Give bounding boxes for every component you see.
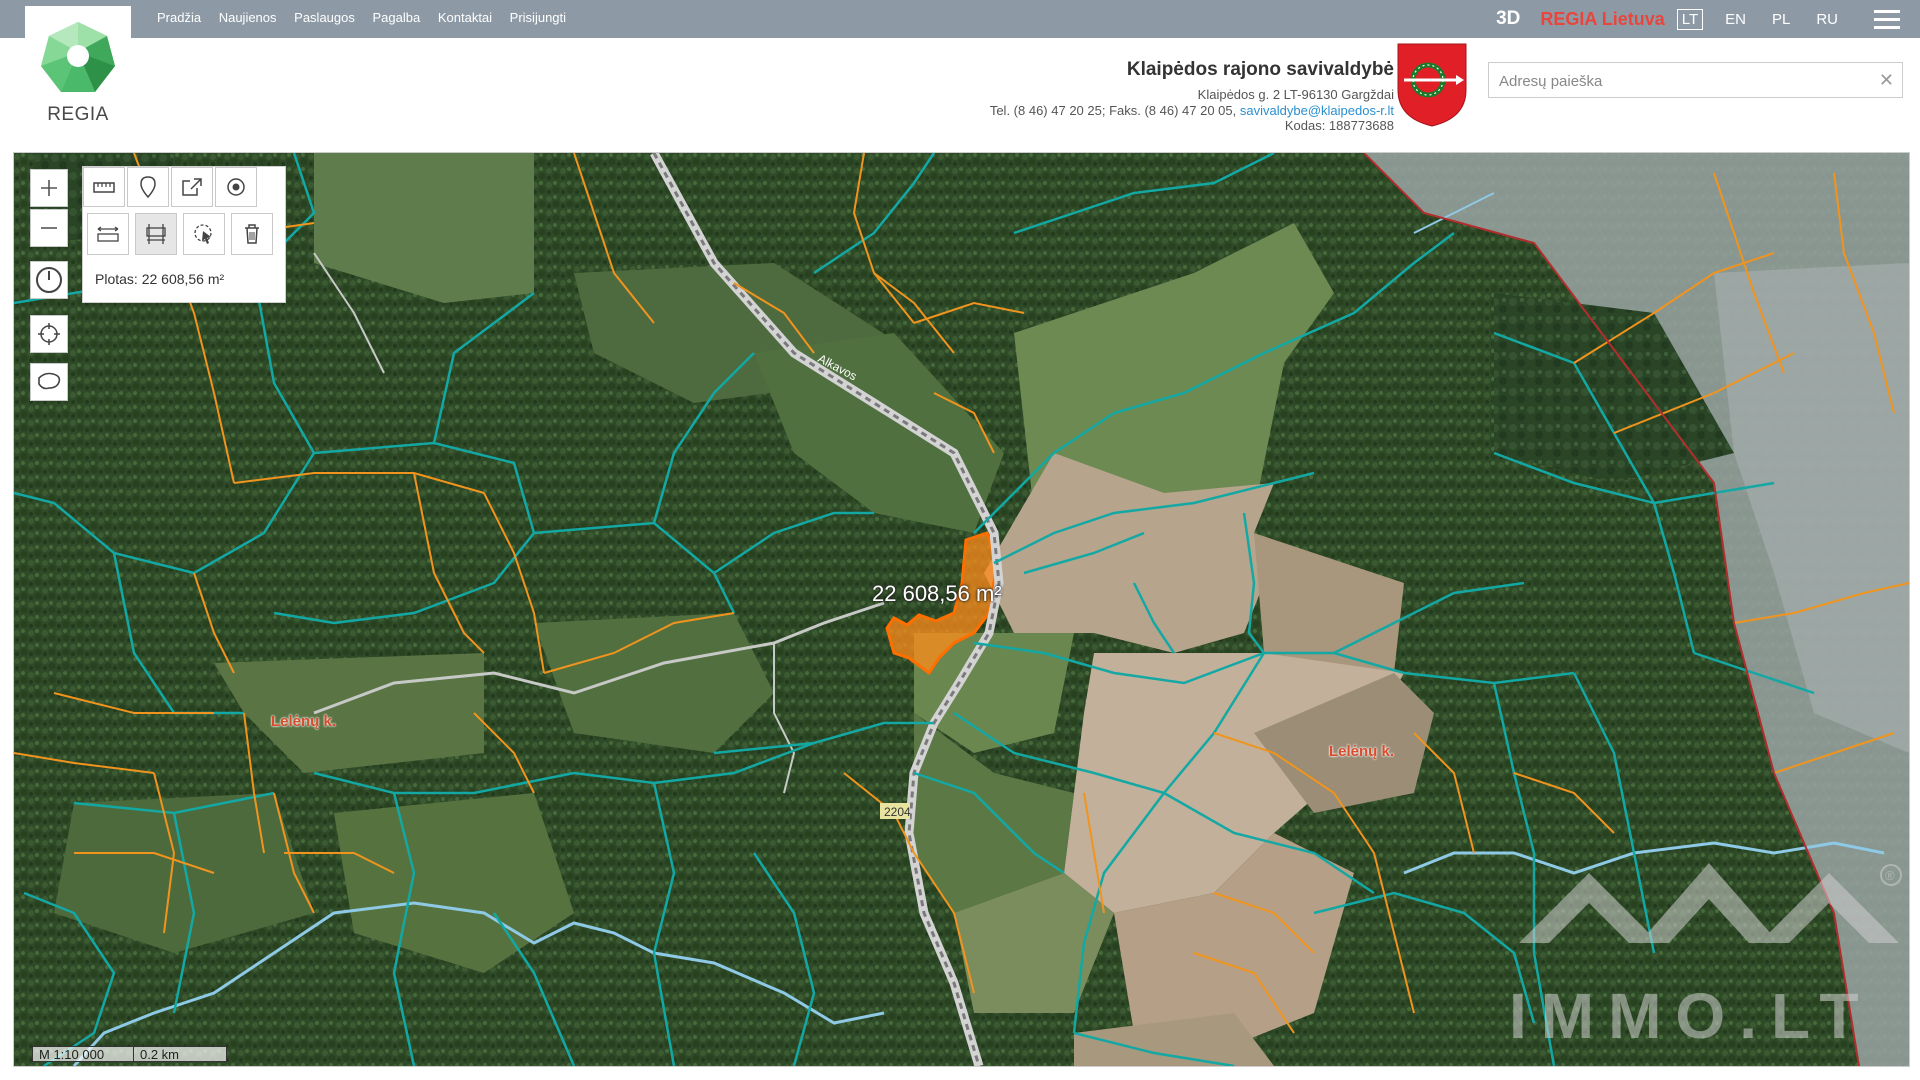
3d-view-button[interactable]: 3D bbox=[1496, 8, 1520, 30]
measure-distance-icon bbox=[97, 226, 119, 242]
nav-item-help[interactable]: Pagalba bbox=[373, 10, 421, 25]
regia-lietuva-link[interactable]: REGIA Lietuva bbox=[1540, 9, 1664, 30]
locate-button[interactable] bbox=[30, 315, 68, 353]
zoom-in-button[interactable] bbox=[30, 169, 68, 207]
scale-bar: M 1:10 000 0.2 km bbox=[32, 1046, 227, 1062]
hamburger-icon[interactable] bbox=[1874, 8, 1900, 30]
language-ru[interactable]: RU bbox=[1812, 10, 1842, 29]
road-number-label: 2204 bbox=[884, 805, 911, 819]
measure-tab-pin[interactable] bbox=[127, 167, 169, 207]
measured-area-label: 22 608,56 m² bbox=[872, 581, 1002, 606]
top-navigation-bar: Pradžia Naujienos Paslaugos Pagalba Kont… bbox=[0, 0, 1920, 38]
target-icon bbox=[227, 178, 245, 196]
plus-icon bbox=[41, 180, 57, 196]
watermark-text: IMMO.LT bbox=[1509, 980, 1872, 1052]
minus-icon bbox=[41, 227, 57, 229]
trash-icon bbox=[245, 224, 259, 244]
logo-text: REGIA bbox=[47, 104, 109, 125]
measurement-panel: Plotas: 22 608,56 m² bbox=[82, 166, 286, 303]
zoom-out-button[interactable] bbox=[30, 209, 68, 247]
export-icon bbox=[182, 178, 202, 196]
scale-ratio: M 1:10 000 bbox=[32, 1046, 133, 1062]
draw-area-button[interactable] bbox=[30, 363, 68, 401]
language-pl[interactable]: PL bbox=[1768, 10, 1794, 29]
history-button[interactable] bbox=[30, 261, 68, 299]
nav-item-contacts[interactable]: Kontaktai bbox=[438, 10, 492, 25]
measure-tab-export[interactable] bbox=[171, 167, 213, 207]
clear-measurement-button[interactable] bbox=[231, 213, 273, 255]
municipality-contacts: Tel. (8 46) 47 20 25; Faks. (8 46) 47 20… bbox=[990, 103, 1394, 118]
nav-item-home[interactable]: Pradžia bbox=[157, 10, 201, 25]
immo-watermark: ® IMMO.LT bbox=[1509, 863, 1902, 1052]
scale-distance: 0.2 km bbox=[133, 1046, 227, 1062]
cursor-select-icon bbox=[194, 224, 212, 244]
regia-logo-icon bbox=[41, 22, 115, 92]
municipality-address: Klaipėdos g. 2 LT-96130 Gargždai bbox=[1197, 87, 1394, 102]
svg-text:®: ® bbox=[1885, 868, 1895, 883]
pin-icon bbox=[140, 176, 156, 198]
measure-area-icon bbox=[146, 224, 166, 244]
place-label-lelenu-east: Lelėnų k. bbox=[1329, 743, 1395, 760]
language-en[interactable]: EN bbox=[1721, 10, 1750, 29]
language-lt[interactable]: LT bbox=[1676, 8, 1704, 30]
close-icon[interactable]: ✕ bbox=[1879, 70, 1894, 91]
lasso-icon bbox=[38, 372, 61, 390]
regia-logo[interactable]: REGIA bbox=[25, 6, 131, 144]
email-link[interactable]: savivaldybe@klaipedos-r.lt bbox=[1240, 103, 1394, 118]
address-search: ✕ bbox=[1488, 62, 1903, 99]
coat-of-arms-icon bbox=[1397, 43, 1467, 127]
nav-item-login[interactable]: Prisijungti bbox=[510, 10, 566, 25]
place-label-lelenu-west: Lelėnų k. bbox=[271, 713, 337, 730]
measure-distance-button[interactable] bbox=[87, 213, 129, 255]
municipality-title: Klaipėdos rajono savivaldybė bbox=[1126, 59, 1394, 80]
measure-area-button[interactable] bbox=[135, 213, 177, 255]
map-view[interactable]: Alkavos 2204 ® IMMO.LT 22 608,56 m² Lelė… bbox=[13, 152, 1910, 1067]
address-search-input[interactable] bbox=[1497, 63, 1871, 99]
crosshair-icon bbox=[38, 323, 60, 345]
area-result-text: Plotas: 22 608,56 m² bbox=[95, 271, 225, 287]
ruler-icon bbox=[93, 182, 115, 193]
municipality-code: Kodas: 188773688 bbox=[1284, 118, 1394, 133]
select-feature-button[interactable] bbox=[183, 213, 225, 255]
contact-phones: Tel. (8 46) 47 20 25; Faks. (8 46) 47 20… bbox=[989, 103, 1237, 118]
measure-tab-target[interactable] bbox=[215, 167, 257, 207]
measure-tab-ruler[interactable] bbox=[83, 167, 125, 207]
nav-item-news[interactable]: Naujienos bbox=[219, 10, 277, 25]
main-menu: Pradžia Naujienos Paslaugos Pagalba Kont… bbox=[157, 10, 580, 25]
nav-item-services[interactable]: Paslaugos bbox=[294, 10, 355, 25]
clock-icon bbox=[36, 267, 62, 293]
